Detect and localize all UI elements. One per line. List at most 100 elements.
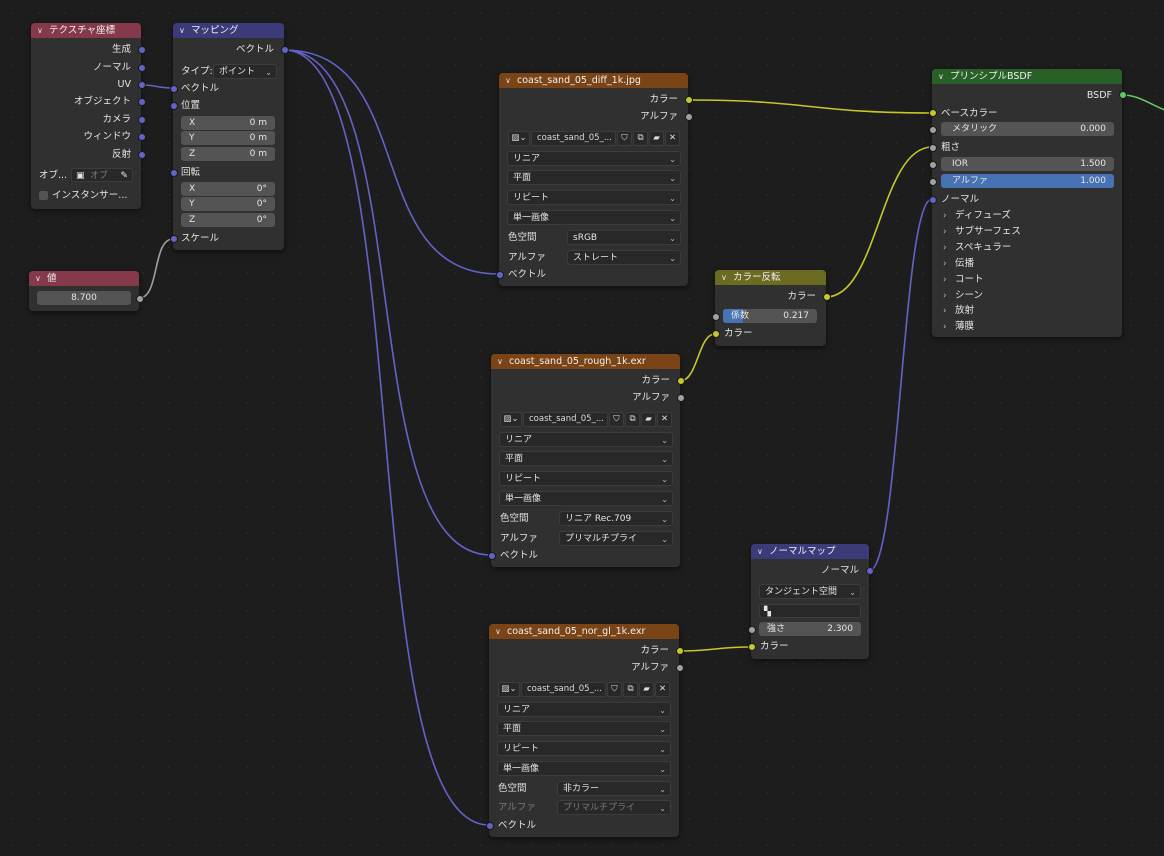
duplicate-icon[interactable]: ⧉ bbox=[633, 131, 648, 146]
socket-value-out[interactable] bbox=[136, 295, 144, 303]
image-texture-diff-node[interactable]: ∨ coast_sand_05_diff_1k.jpg カラー アルファ ▨⌄ c… bbox=[499, 73, 688, 286]
image-browse-icon[interactable]: ▨⌄ bbox=[500, 412, 522, 427]
close-icon[interactable]: ✕ bbox=[655, 682, 670, 697]
fake-user-shield-icon[interactable]: ⛉ bbox=[607, 682, 622, 697]
socket-normalmap-out[interactable] bbox=[866, 567, 874, 575]
object-field[interactable]: ▣ オブ ✎ bbox=[71, 168, 133, 182]
panel-emission[interactable]: › 放射 bbox=[943, 303, 974, 318]
close-icon[interactable]: ✕ bbox=[665, 131, 680, 146]
extension-dropdown[interactable]: リピート ⌄ bbox=[507, 190, 681, 205]
socket-window[interactable] bbox=[138, 133, 146, 141]
texcoord-header[interactable]: ∨ テクスチャ座標 bbox=[31, 23, 141, 38]
image-browse-icon[interactable]: ▨⌄ bbox=[498, 682, 520, 697]
socket-img3-alpha-out[interactable] bbox=[676, 664, 684, 672]
value-field[interactable]: 8.700 bbox=[37, 291, 131, 305]
projection-dropdown[interactable]: 平面 ⌄ bbox=[497, 721, 671, 736]
panel-diffuse[interactable]: › ディフューズ bbox=[943, 208, 1011, 223]
instancer-checkbox[interactable] bbox=[39, 191, 48, 200]
collapse-chevron-icon[interactable]: ∨ bbox=[495, 624, 507, 639]
socket-uv[interactable] bbox=[138, 81, 146, 89]
socket-normalmap-color-in[interactable] bbox=[748, 643, 756, 651]
panel-specular[interactable]: › スペキュラー bbox=[943, 240, 1011, 255]
value-node[interactable]: ∨ 値 8.700 bbox=[29, 271, 139, 311]
normal-map-node[interactable]: ∨ ノーマルマップ ノーマル タンジェント空間 ⌄ ▚ 強さ 2.300 カラー bbox=[751, 544, 869, 659]
socket-img2-color-out[interactable] bbox=[677, 377, 685, 385]
location-x-field[interactable]: X 0 m bbox=[181, 116, 275, 130]
strength-field[interactable]: 強さ 2.300 bbox=[759, 622, 861, 636]
socket-alpha-in[interactable] bbox=[929, 178, 937, 186]
image-selector[interactable]: ▨⌄ coast_sand_05_... ⛉ ⧉ ▰ ✕ bbox=[500, 412, 672, 427]
interpolation-dropdown[interactable]: リニア ⌄ bbox=[507, 151, 681, 166]
socket-normal[interactable] bbox=[138, 64, 146, 72]
socket-invert-color-in[interactable] bbox=[712, 330, 720, 338]
location-z-field[interactable]: Z 0 m bbox=[181, 147, 275, 161]
socket-invert-factor-in[interactable] bbox=[712, 313, 720, 321]
image-texture-rough-node[interactable]: ∨ coast_sand_05_rough_1k.exr カラー アルファ ▨⌄ … bbox=[491, 354, 680, 567]
rotation-z-field[interactable]: Z 0° bbox=[181, 213, 275, 227]
interpolation-dropdown[interactable]: リニア ⌄ bbox=[499, 432, 673, 447]
socket-reflection[interactable] bbox=[138, 151, 146, 159]
collapse-chevron-icon[interactable]: ∨ bbox=[721, 270, 733, 285]
image-name-field[interactable]: coast_sand_05_... bbox=[531, 131, 616, 146]
colorspace-dropdown[interactable]: 非カラー ⌄ bbox=[557, 781, 671, 796]
extension-dropdown[interactable]: リピート ⌄ bbox=[499, 471, 673, 486]
image-header[interactable]: ∨ coast_sand_05_rough_1k.exr bbox=[491, 354, 680, 369]
panel-subsurface[interactable]: › サブサーフェス bbox=[943, 224, 1021, 239]
fake-user-shield-icon[interactable]: ⛉ bbox=[609, 412, 624, 427]
principled-bsdf-node[interactable]: ∨ プリンシプルBSDF BSDF ベースカラー メタリック 0.000 粗さ IO… bbox=[932, 69, 1122, 337]
image-name-field[interactable]: coast_sand_05_... bbox=[521, 682, 606, 697]
socket-mapping-vector-in[interactable] bbox=[170, 85, 178, 93]
socket-roughness-in[interactable] bbox=[929, 144, 937, 152]
interpolation-dropdown[interactable]: リニア ⌄ bbox=[497, 702, 671, 717]
open-folder-icon[interactable]: ▰ bbox=[639, 682, 654, 697]
socket-mapping-location-in[interactable] bbox=[170, 102, 178, 110]
rotation-x-field[interactable]: X 0° bbox=[181, 182, 275, 196]
socket-img1-vector-in[interactable] bbox=[496, 271, 504, 279]
alpha-mode-dropdown[interactable]: ストレート ⌄ bbox=[567, 250, 681, 265]
collapse-chevron-icon[interactable]: ∨ bbox=[505, 73, 517, 88]
metallic-field[interactable]: メタリック 0.000 bbox=[941, 122, 1114, 136]
colorspace-dropdown[interactable]: リニア Rec.709 ⌄ bbox=[559, 511, 673, 526]
socket-ior-in[interactable] bbox=[929, 161, 937, 169]
open-folder-icon[interactable]: ▰ bbox=[649, 131, 664, 146]
socket-img1-color-out[interactable] bbox=[685, 96, 693, 104]
image-selector[interactable]: ▨⌄ coast_sand_05_... ⛉ ⧉ ▰ ✕ bbox=[508, 131, 680, 146]
socket-invert-color-out[interactable] bbox=[823, 293, 831, 301]
value-header[interactable]: ∨ 値 bbox=[29, 271, 139, 286]
location-y-field[interactable]: Y 0 m bbox=[181, 131, 275, 145]
socket-generated[interactable] bbox=[138, 46, 146, 54]
type-dropdown[interactable]: ポイント ⌄ bbox=[213, 64, 277, 79]
socket-img3-vector-in[interactable] bbox=[486, 822, 494, 830]
collapse-chevron-icon[interactable]: ∨ bbox=[757, 544, 769, 559]
projection-dropdown[interactable]: 平面 ⌄ bbox=[507, 170, 681, 185]
mapping-node[interactable]: ∨ マッピング ベクトル タイプ: ポイント ⌄ ベクトル 位置 X 0 m Y 0 … bbox=[173, 23, 284, 250]
socket-metallic-in[interactable] bbox=[929, 126, 937, 134]
panel-transmission[interactable]: › 伝播 bbox=[943, 256, 974, 271]
socket-bsdf-out[interactable] bbox=[1119, 91, 1127, 99]
extension-dropdown[interactable]: リピート ⌄ bbox=[497, 741, 671, 756]
socket-base-color-in[interactable] bbox=[929, 109, 937, 117]
texture-coordinate-node[interactable]: ∨ テクスチャ座標 生成 ノーマル UV オブジェクト カメラ ウィンドウ 反射 … bbox=[31, 23, 141, 209]
duplicate-icon[interactable]: ⧉ bbox=[625, 412, 640, 427]
socket-camera[interactable] bbox=[138, 116, 146, 124]
projection-dropdown[interactable]: 平面 ⌄ bbox=[499, 451, 673, 466]
socket-mapping-scale-in[interactable] bbox=[170, 235, 178, 243]
collapse-chevron-icon[interactable]: ∨ bbox=[497, 354, 509, 369]
image-name-field[interactable]: coast_sand_05_... bbox=[523, 412, 608, 427]
collapse-chevron-icon[interactable]: ∨ bbox=[37, 23, 49, 38]
socket-normal-in[interactable] bbox=[929, 196, 937, 204]
ior-field[interactable]: IOR 1.500 bbox=[941, 157, 1114, 171]
open-folder-icon[interactable]: ▰ bbox=[641, 412, 656, 427]
invert-header[interactable]: ∨ カラー反転 bbox=[715, 270, 826, 285]
panel-sheen[interactable]: › シーン bbox=[943, 288, 983, 303]
image-header[interactable]: ∨ coast_sand_05_diff_1k.jpg bbox=[499, 73, 688, 88]
socket-img3-color-out[interactable] bbox=[676, 647, 684, 655]
collapse-chevron-icon[interactable]: ∨ bbox=[179, 23, 191, 38]
image-browse-icon[interactable]: ▨⌄ bbox=[508, 131, 530, 146]
factor-slider[interactable]: 係数 0.217 bbox=[723, 309, 817, 323]
socket-normalmap-strength-in[interactable] bbox=[748, 626, 756, 634]
eyedropper-icon[interactable]: ✎ bbox=[120, 169, 128, 181]
socket-object[interactable] bbox=[138, 98, 146, 106]
invert-color-node[interactable]: ∨ カラー反転 カラー 係数 0.217 カラー bbox=[715, 270, 826, 346]
rotation-y-field[interactable]: Y 0° bbox=[181, 197, 275, 211]
